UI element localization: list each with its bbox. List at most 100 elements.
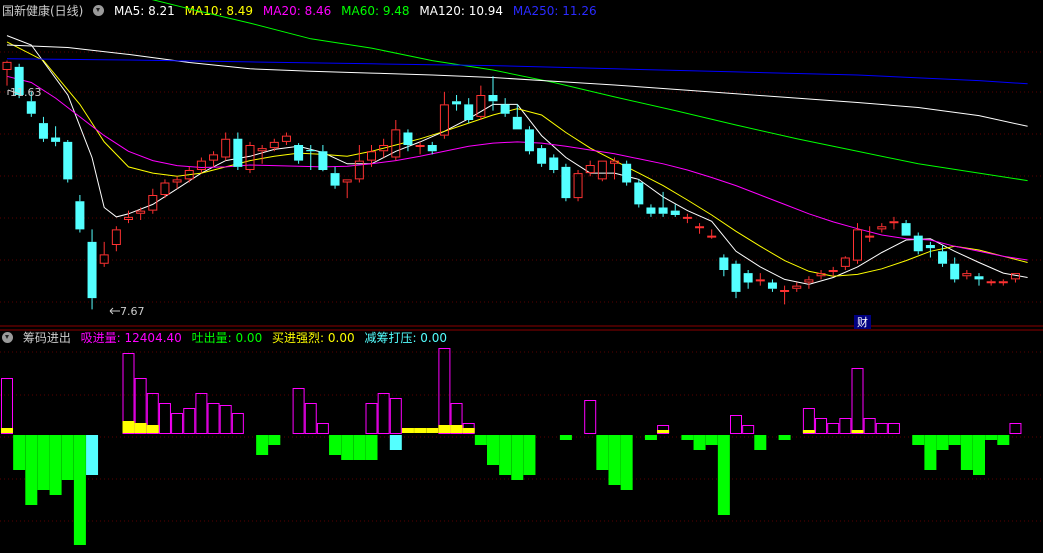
spit-bar <box>985 435 998 440</box>
candle <box>950 257 960 283</box>
absorb-bar <box>851 368 864 434</box>
absorb-bar <box>802 408 815 434</box>
kline-chart[interactable]: 11.63 7.67 财 <box>0 0 1043 553</box>
spit-bar <box>948 435 961 445</box>
absorb-bar <box>231 413 244 434</box>
candle <box>719 254 729 277</box>
candle <box>245 141 255 174</box>
candle <box>780 285 790 305</box>
spit-bar <box>268 435 281 445</box>
candle <box>75 195 85 233</box>
buy-strong-bar <box>146 425 159 433</box>
buy-strong-bar <box>426 428 439 433</box>
candle <box>731 260 741 299</box>
absorb-bar <box>730 415 742 434</box>
buy-strong-bar <box>1 428 13 433</box>
candle <box>524 126 534 155</box>
absorb-bar <box>1009 423 1022 434</box>
spit-bar <box>960 435 973 470</box>
low-arrow-icon <box>109 307 120 315</box>
finance-marker[interactable]: 财 <box>857 315 868 329</box>
spit-bar <box>256 435 269 455</box>
absorb-bar <box>365 403 378 434</box>
spit-bar <box>754 435 767 450</box>
candle <box>111 226 121 252</box>
candle <box>342 179 352 199</box>
candle <box>294 143 304 164</box>
absorb-bar <box>887 423 900 434</box>
candle <box>330 166 340 189</box>
candle <box>585 160 595 177</box>
spit-bar <box>487 435 499 465</box>
candle <box>840 256 850 270</box>
candle <box>415 141 425 155</box>
spit-bar <box>620 435 633 490</box>
candle <box>865 226 875 242</box>
ma-line-ma60 <box>151 0 1028 182</box>
candle <box>2 60 12 86</box>
spit-bar <box>499 435 512 475</box>
buy-strong-bar <box>450 425 463 433</box>
absorb-bar <box>316 423 329 434</box>
candle <box>743 270 753 289</box>
absorb-bar <box>742 425 755 434</box>
spit-bar <box>559 435 572 440</box>
moving-average-lines <box>6 0 1028 285</box>
indicator-bars <box>1 348 1022 545</box>
candle <box>610 157 619 180</box>
candle <box>986 279 996 286</box>
ma-line-ma5 <box>6 35 1028 285</box>
absorb-bar <box>815 418 828 434</box>
candle <box>597 160 607 182</box>
spit-bar <box>37 435 50 490</box>
absorb-bar <box>438 348 451 434</box>
absorb-bar <box>827 423 840 434</box>
spit-bar <box>997 435 1010 445</box>
candle <box>476 85 486 120</box>
spit-bar <box>644 435 657 440</box>
absorb-bar <box>1 378 13 434</box>
spit-bar <box>341 435 354 460</box>
candle <box>913 232 923 255</box>
candle <box>281 132 291 145</box>
absorb-bar <box>584 400 597 434</box>
buy-strong-bar <box>401 428 414 433</box>
spit-bar <box>61 435 74 480</box>
buy-strong-bar <box>122 421 135 433</box>
candle <box>792 282 802 292</box>
spit-bar <box>936 435 949 450</box>
spit-bar <box>681 435 694 440</box>
reduce-bar <box>389 435 402 450</box>
spit-bar <box>778 435 791 440</box>
candle <box>682 213 692 224</box>
candle <box>877 223 887 233</box>
absorb-bar <box>875 423 888 434</box>
candle <box>99 241 109 267</box>
candle <box>38 116 48 142</box>
spit-bar <box>73 435 86 545</box>
candle <box>998 279 1008 286</box>
candle <box>63 140 73 183</box>
candle <box>452 95 462 111</box>
buy-strong-bar <box>851 430 864 433</box>
absorb-bar <box>292 388 305 434</box>
candle <box>889 216 899 230</box>
candle <box>500 98 510 117</box>
candle <box>209 151 219 167</box>
absorb-bar <box>183 408 196 434</box>
candle <box>51 126 61 147</box>
candle <box>561 163 571 202</box>
candle <box>318 145 328 172</box>
spit-bar <box>912 435 925 445</box>
absorb-bar <box>207 403 220 434</box>
spit-bar <box>693 435 706 450</box>
candle <box>427 141 437 155</box>
absorb-bar <box>304 403 317 434</box>
candle <box>707 229 717 239</box>
spit-bar <box>329 435 342 455</box>
candle <box>257 145 267 164</box>
low-price-label: 7.67 <box>120 305 145 318</box>
candle <box>925 241 935 258</box>
buy-strong-bar <box>438 425 451 433</box>
candle <box>755 273 765 286</box>
